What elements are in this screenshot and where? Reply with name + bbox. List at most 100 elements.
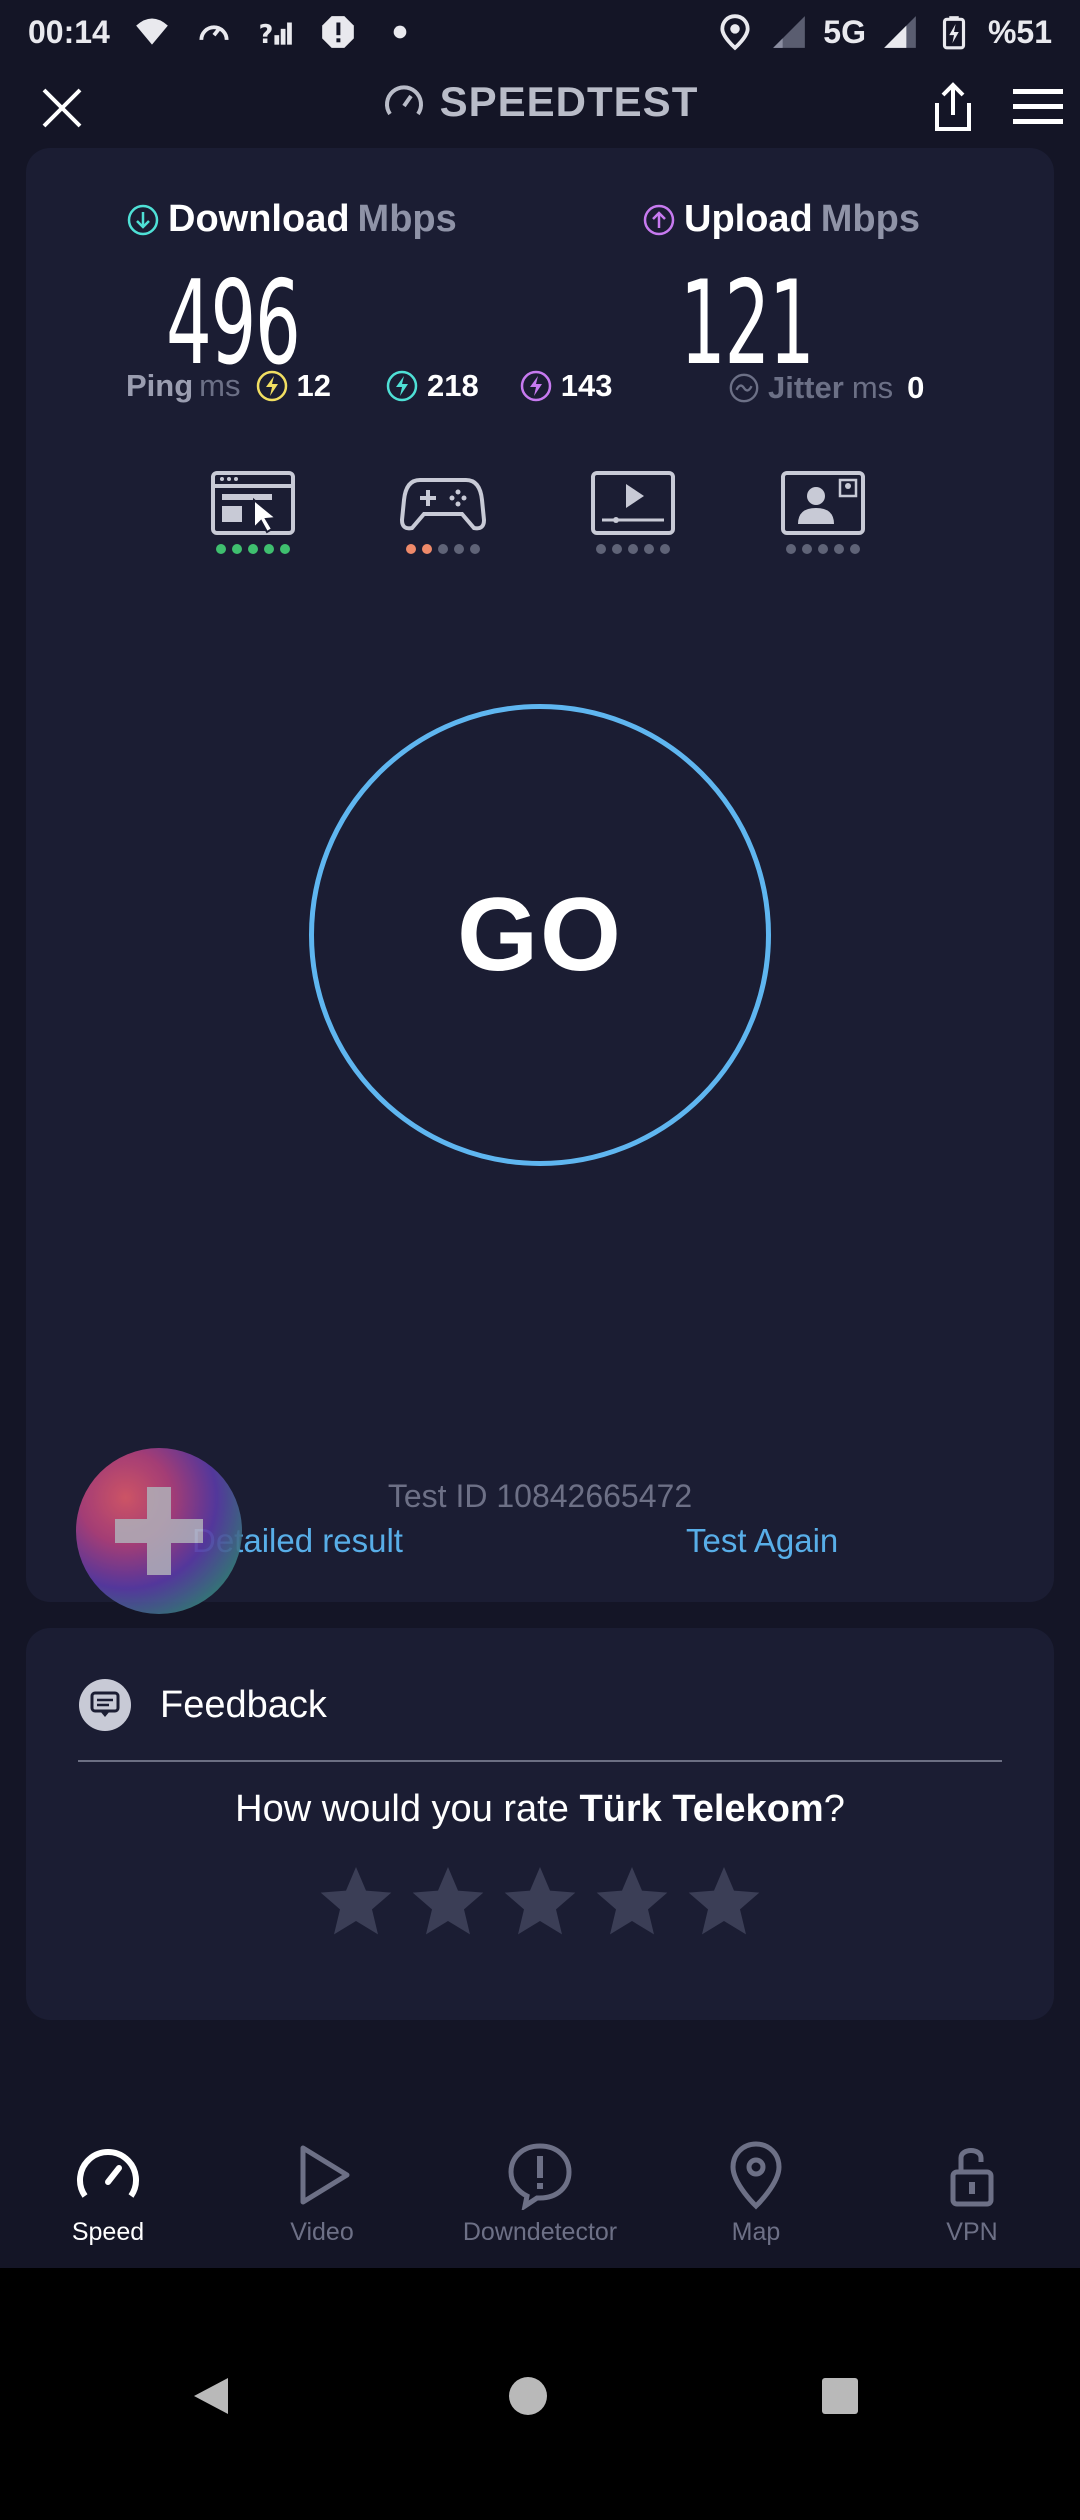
signal-weak-icon xyxy=(769,12,809,52)
jitter-value: 0 xyxy=(907,370,925,405)
signal-strong-icon xyxy=(880,12,920,52)
nav-vpn[interactable]: VPN xyxy=(872,2140,1072,2247)
quality-dot xyxy=(818,544,828,554)
ping-idle-value: 12 xyxy=(296,368,331,403)
quality-dots xyxy=(786,544,860,554)
nav-video[interactable]: Video xyxy=(222,2140,422,2247)
quality-dot xyxy=(612,544,622,554)
upload-label: Upload xyxy=(684,198,813,240)
ping-unit: ms xyxy=(199,368,241,403)
download-arrow-icon xyxy=(127,204,159,235)
system-navigation-bar xyxy=(0,2268,1080,2520)
quality-dot xyxy=(264,544,274,554)
video-stream-icon xyxy=(591,471,675,535)
test-again-link[interactable]: Test Again xyxy=(686,1522,838,1560)
quality-gaming[interactable] xyxy=(398,470,488,554)
quality-dot xyxy=(644,544,654,554)
quality-video-calls[interactable] xyxy=(778,470,868,554)
rate-question-suffix: ? xyxy=(823,1788,845,1830)
quality-dot xyxy=(216,544,226,554)
jitter-unit: ms xyxy=(851,370,894,405)
floating-gamepad-button[interactable] xyxy=(76,1448,242,1614)
star-icon[interactable] xyxy=(592,1862,672,1942)
ping-upload: 143 xyxy=(519,368,612,404)
quality-indicators xyxy=(26,470,1054,570)
network-type: 5G xyxy=(823,13,866,50)
status-time: 00:14 xyxy=(28,13,110,50)
map-pin-icon xyxy=(730,2141,782,2210)
battery-level: %51 xyxy=(987,13,1052,50)
quality-dot xyxy=(596,544,606,554)
quality-dot xyxy=(438,544,448,554)
dpad-icon xyxy=(115,1487,203,1575)
nav-downdetector-label: Downdetector xyxy=(462,2218,618,2246)
nav-downdetector[interactable]: Downdetector xyxy=(440,2140,640,2247)
ping-download: 218 xyxy=(385,368,479,404)
rate-question: How would you rate Türk Telekom? xyxy=(26,1788,1054,1831)
video-call-icon xyxy=(781,471,865,535)
divider xyxy=(78,1760,1002,1762)
quality-dot xyxy=(280,544,290,554)
ping-label: Ping xyxy=(126,368,194,403)
quality-browsing[interactable] xyxy=(208,470,298,554)
speedometer-icon xyxy=(77,2149,139,2198)
hamburger-menu-icon xyxy=(1013,89,1063,124)
ping-download-icon xyxy=(386,370,418,402)
downdetector-alert-icon xyxy=(508,2143,572,2210)
quality-dot xyxy=(470,544,480,554)
upload-header: Upload Mbps xyxy=(642,198,920,241)
quality-dot xyxy=(802,544,812,554)
jitter-label: Jitter xyxy=(768,370,844,405)
nav-map[interactable]: Map xyxy=(656,2140,856,2247)
jitter-icon xyxy=(729,373,759,403)
quality-dot xyxy=(660,544,670,554)
nav-speed[interactable]: Speed xyxy=(8,2140,208,2247)
home-circle-icon xyxy=(509,2377,547,2415)
quality-dot xyxy=(628,544,638,554)
nav-vpn-label: VPN xyxy=(946,2218,998,2246)
bottom-navigation: Speed Video Downdetector Map VPN xyxy=(0,2100,1080,2270)
status-left: 00:14 ? xyxy=(28,12,420,52)
upload-unit: Mbps xyxy=(820,198,920,240)
star-icon[interactable] xyxy=(500,1862,580,1942)
feedback-header: Feedback xyxy=(78,1678,327,1732)
star-icon[interactable] xyxy=(316,1862,396,1942)
share-icon xyxy=(935,82,971,131)
provider-name: Türk Telekom xyxy=(579,1788,824,1830)
quality-dot xyxy=(850,544,860,554)
go-button[interactable]: GO xyxy=(309,704,771,1166)
ping-upload-icon xyxy=(520,370,551,402)
download-header: Download Mbps xyxy=(126,198,457,241)
home-button[interactable] xyxy=(498,2366,558,2426)
ping-idle: 12 xyxy=(255,368,331,404)
play-icon xyxy=(300,2145,350,2205)
menu-button[interactable] xyxy=(1008,78,1068,136)
download-label: Download xyxy=(168,198,350,240)
alert-icon xyxy=(318,12,358,52)
location-icon xyxy=(715,12,755,52)
speedtest-logo-icon xyxy=(384,85,423,116)
app-title: SPEEDTEST xyxy=(0,78,1080,126)
app-title-text: SPEEDTEST xyxy=(439,78,699,125)
quality-dot xyxy=(248,544,258,554)
rate-question-prefix: How would you rate xyxy=(235,1788,580,1830)
wifi-icon xyxy=(132,12,172,52)
quality-dot xyxy=(454,544,464,554)
recents-button[interactable] xyxy=(810,2366,870,2426)
star-icon[interactable] xyxy=(684,1862,764,1942)
status-bar: 00:14 ? 5G %51 xyxy=(0,0,1080,64)
share-button[interactable] xyxy=(924,78,982,136)
nav-video-label: Video xyxy=(290,2218,354,2246)
quality-streaming[interactable] xyxy=(588,470,678,554)
download-unit: Mbps xyxy=(357,198,457,240)
no-sim-signal-icon: ? xyxy=(256,12,296,52)
star-rating xyxy=(26,1862,1054,1942)
ping-download-value: 218 xyxy=(426,368,479,403)
ping-row: Ping ms 12 218 143 xyxy=(126,368,612,404)
speedometer-small-icon xyxy=(194,12,234,52)
quality-dot xyxy=(834,544,844,554)
back-button[interactable] xyxy=(182,2366,242,2426)
quality-dots xyxy=(596,544,670,554)
quality-dot xyxy=(232,544,242,554)
star-icon[interactable] xyxy=(408,1862,488,1942)
